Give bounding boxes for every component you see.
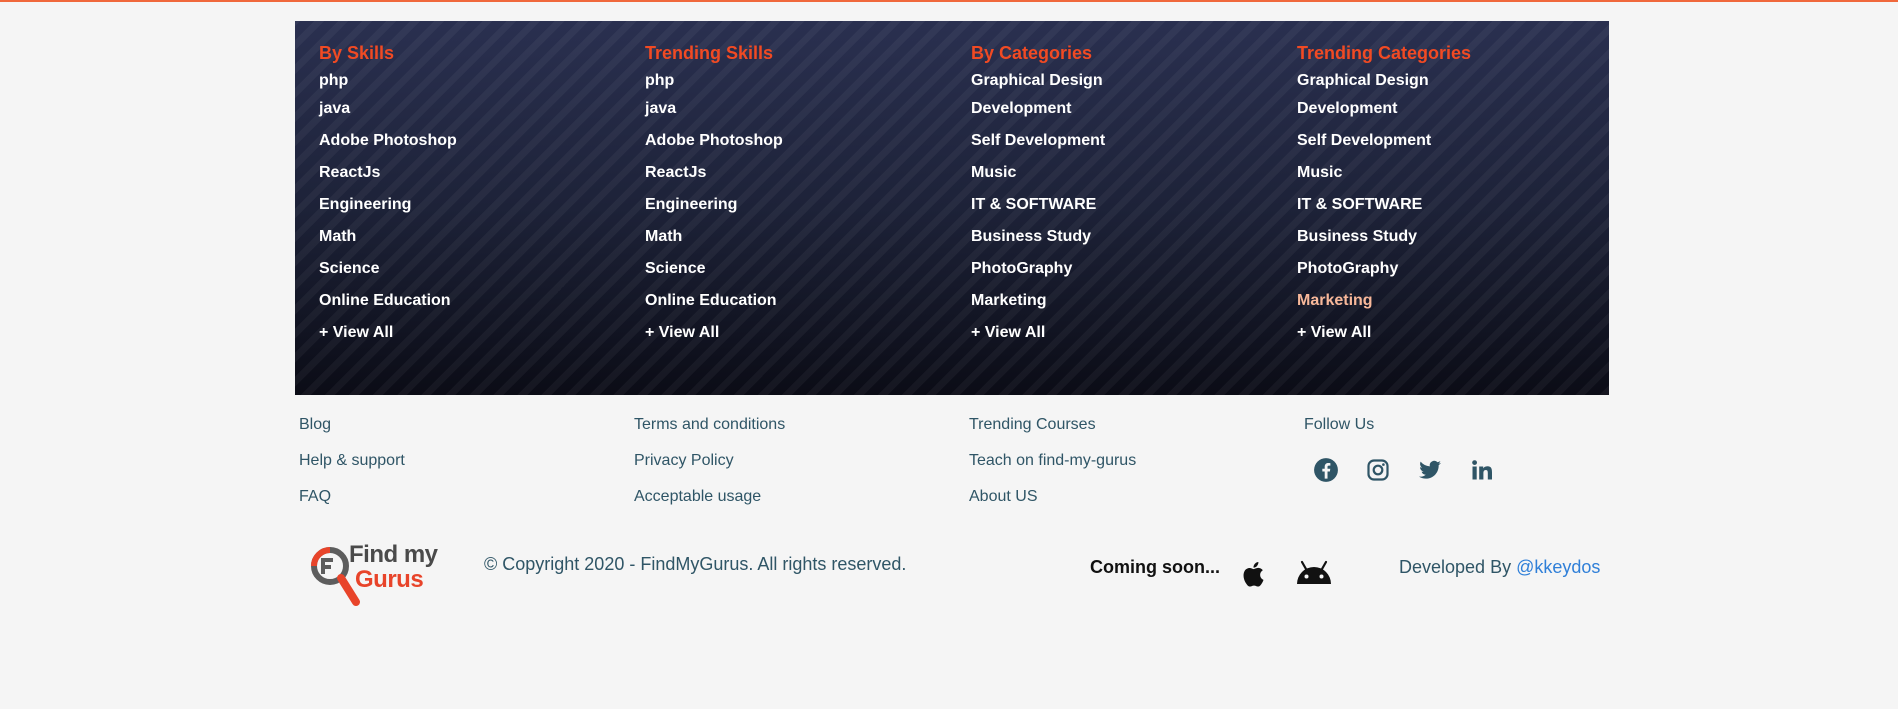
view-all-link[interactable]: + View All bbox=[645, 315, 783, 351]
follow-us-section: Follow Us bbox=[1304, 412, 1498, 490]
linkedin-icon[interactable] bbox=[1466, 454, 1498, 486]
footer-link-privacy[interactable]: Privacy Policy bbox=[634, 448, 785, 484]
column-trending-skills: Trending Skills php java Adobe Photoshop… bbox=[645, 39, 783, 351]
copyright-text: © Copyright 2020 - FindMyGurus. All righ… bbox=[484, 554, 907, 574]
footer-links-col2: Terms and conditions Privacy Policy Acce… bbox=[634, 412, 785, 520]
list-item[interactable]: Development bbox=[971, 91, 1105, 127]
list-item[interactable]: Math bbox=[645, 219, 783, 255]
list-item[interactable]: Online Education bbox=[645, 283, 783, 319]
list-item[interactable]: IT & SOFTWARE bbox=[1297, 187, 1471, 223]
list-item[interactable]: Engineering bbox=[645, 187, 783, 223]
view-all-link[interactable]: + View All bbox=[971, 315, 1105, 351]
list-item[interactable]: java bbox=[645, 91, 783, 127]
list-item[interactable]: Science bbox=[319, 251, 457, 287]
instagram-icon[interactable] bbox=[1362, 454, 1394, 486]
column-list: php java Adobe Photoshop ReactJs Enginee… bbox=[319, 67, 457, 351]
footer-link-teach[interactable]: Teach on find-my-gurus bbox=[969, 448, 1136, 484]
column-title: Trending Categories bbox=[1297, 43, 1472, 63]
list-item[interactable]: Self Development bbox=[971, 123, 1105, 159]
footer-link-faq[interactable]: FAQ bbox=[299, 484, 405, 520]
column-list: Graphical Design Development Self Develo… bbox=[971, 67, 1105, 351]
list-item[interactable]: Math bbox=[319, 219, 457, 255]
android-icon[interactable] bbox=[1294, 558, 1334, 593]
list-item[interactable]: java bbox=[319, 91, 457, 127]
column-trending-categories: Trending Categories Graphical Design Dev… bbox=[1297, 39, 1471, 351]
list-item[interactable]: Online Education bbox=[319, 283, 457, 319]
footer-link-help[interactable]: Help & support bbox=[299, 448, 405, 484]
logo-text-line2: Gurus bbox=[355, 566, 424, 593]
list-item[interactable]: PhotoGraphy bbox=[971, 251, 1105, 287]
column-list: Graphical Design Development Self Develo… bbox=[1297, 67, 1471, 351]
list-item[interactable]: Music bbox=[971, 155, 1105, 191]
apple-icon[interactable] bbox=[1238, 558, 1270, 595]
list-item[interactable]: IT & SOFTWARE bbox=[971, 187, 1105, 223]
footer-links-col1: Blog Help & support FAQ bbox=[299, 412, 405, 520]
list-item[interactable]: Engineering bbox=[319, 187, 457, 223]
list-item[interactable]: Science bbox=[645, 251, 783, 287]
view-all-link[interactable]: + View All bbox=[319, 315, 457, 351]
list-item[interactable]: Adobe Photoshop bbox=[645, 123, 783, 159]
list-item[interactable]: Business Study bbox=[1297, 219, 1471, 255]
column-by-skills: By Skills php java Adobe Photoshop React… bbox=[319, 39, 457, 351]
column-title: By Categories bbox=[971, 43, 1093, 63]
view-all-link[interactable]: + View All bbox=[1297, 315, 1471, 351]
top-accent-line bbox=[0, 0, 1898, 2]
social-icons bbox=[1310, 454, 1498, 490]
column-title: By Skills bbox=[319, 43, 395, 63]
list-item[interactable]: Music bbox=[1297, 155, 1471, 191]
list-item[interactable]: Self Development bbox=[1297, 123, 1471, 159]
follow-us-title: Follow Us bbox=[1304, 416, 1375, 433]
list-item[interactable]: PhotoGraphy bbox=[1297, 251, 1471, 287]
twitter-icon[interactable] bbox=[1414, 454, 1446, 486]
footer-categories-panel: By Skills php java Adobe Photoshop React… bbox=[295, 21, 1609, 395]
list-item[interactable]: Business Study bbox=[971, 219, 1105, 255]
list-item[interactable]: ReactJs bbox=[645, 155, 783, 191]
developed-by-label: Developed By bbox=[1399, 557, 1517, 577]
list-item[interactable]: Marketing bbox=[971, 283, 1105, 319]
developed-by: Developed By @kkeydos bbox=[1399, 557, 1600, 578]
footer-link-about[interactable]: About US bbox=[969, 484, 1136, 520]
footer-links-col3: Trending Courses Teach on find-my-gurus … bbox=[969, 412, 1136, 520]
list-item[interactable]: Adobe Photoshop bbox=[319, 123, 457, 159]
footer-link-acceptable-usage[interactable]: Acceptable usage bbox=[634, 484, 785, 520]
list-item-hovered[interactable]: Marketing bbox=[1297, 283, 1471, 319]
facebook-icon[interactable] bbox=[1310, 454, 1342, 486]
column-by-categories: By Categories Graphical Design Developme… bbox=[971, 39, 1105, 351]
column-list: php java Adobe Photoshop ReactJs Enginee… bbox=[645, 67, 783, 351]
findmygurus-logo[interactable]: Find my Gurus bbox=[308, 538, 438, 612]
list-item[interactable]: Development bbox=[1297, 91, 1471, 127]
footer-link-terms[interactable]: Terms and conditions bbox=[634, 412, 785, 448]
developer-link[interactable]: @kkeydos bbox=[1516, 557, 1600, 577]
column-title: Trending Skills bbox=[645, 43, 774, 63]
list-item[interactable]: ReactJs bbox=[319, 155, 457, 191]
footer-link-trending-courses[interactable]: Trending Courses bbox=[969, 412, 1136, 448]
coming-soon-text: Coming soon... bbox=[1090, 557, 1220, 577]
footer-link-blog[interactable]: Blog bbox=[299, 412, 405, 448]
logo-text-line1: Find my bbox=[349, 541, 438, 568]
